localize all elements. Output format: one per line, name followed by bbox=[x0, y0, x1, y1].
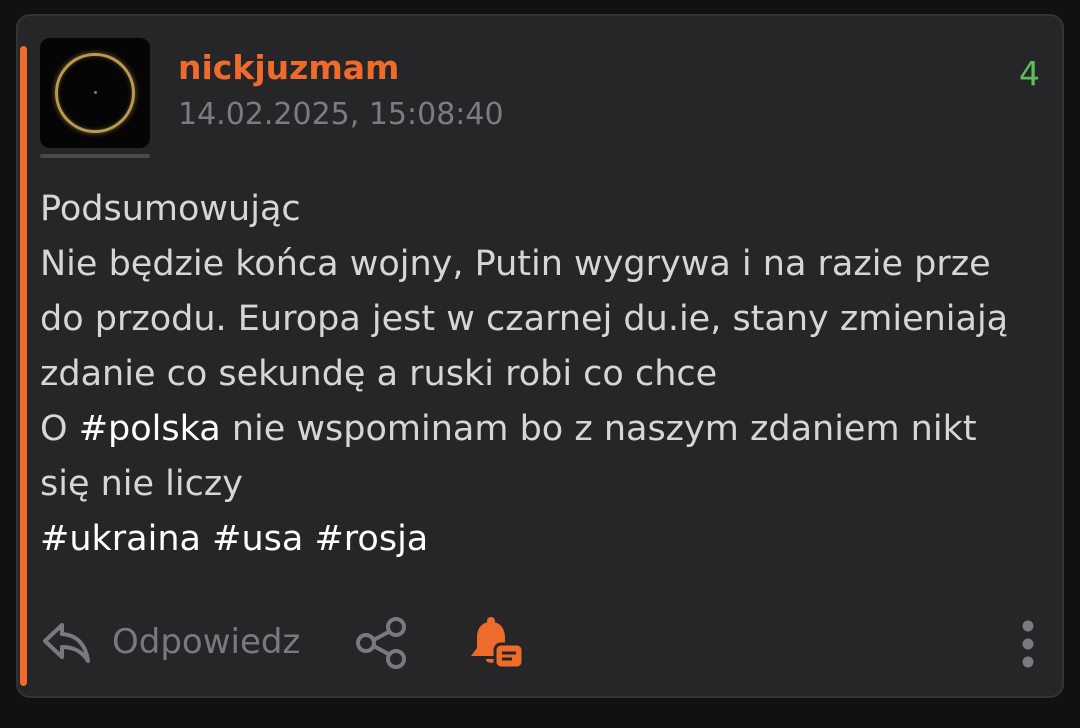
post-body-line: się nie liczy bbox=[40, 464, 243, 504]
username[interactable]: nickjuzmam bbox=[178, 48, 399, 88]
post-body-text: nie wspominam bo z naszym zdaniem nikt bbox=[220, 409, 977, 449]
post-body-line: Podsumowując bbox=[40, 189, 301, 229]
reply-button[interactable]: Odpowiedz bbox=[112, 620, 300, 664]
post-body-line: zdanie co sekundę a ruski robi co chce bbox=[40, 354, 718, 394]
post-body: Podsumowując Nie będzie końca wojny, Put… bbox=[40, 182, 1050, 567]
post-body-text: O bbox=[40, 409, 79, 449]
post-body-line: Nie będzie końca wojny, Putin wygrywa i … bbox=[40, 244, 991, 284]
post-tags-line: #ukraina #usa #rosja bbox=[40, 512, 1050, 567]
hashtag-link[interactable]: #usa bbox=[212, 519, 303, 559]
avatar-underline bbox=[40, 154, 150, 158]
post-timestamp[interactable]: 14.02.2025, 15:08:40 bbox=[178, 96, 504, 134]
bell-comment-icon[interactable] bbox=[466, 612, 528, 674]
post-card: nickjuzmam 14.02.2025, 15:08:40 4 Podsum… bbox=[16, 14, 1064, 698]
hashtag-link[interactable]: #ukraina bbox=[40, 519, 201, 559]
hashtag-link[interactable]: #rosja bbox=[314, 519, 428, 559]
avatar[interactable] bbox=[40, 38, 150, 148]
post-accent-bar bbox=[20, 46, 27, 686]
vote-score: 4 bbox=[1019, 54, 1040, 93]
reply-arrow-icon[interactable] bbox=[40, 616, 92, 668]
post-body-line: do przodu. Europa jest w czarnej du.ie, … bbox=[40, 299, 1009, 339]
more-vertical-icon[interactable] bbox=[1020, 614, 1036, 674]
hashtag-link[interactable]: #polska bbox=[79, 409, 221, 449]
post-actions: Odpowiedz bbox=[40, 612, 1040, 676]
avatar-center-dot bbox=[94, 91, 97, 94]
post-body-line: O #polska nie wspominam bo z naszym zdan… bbox=[40, 402, 1050, 457]
share-icon[interactable] bbox=[352, 614, 410, 672]
